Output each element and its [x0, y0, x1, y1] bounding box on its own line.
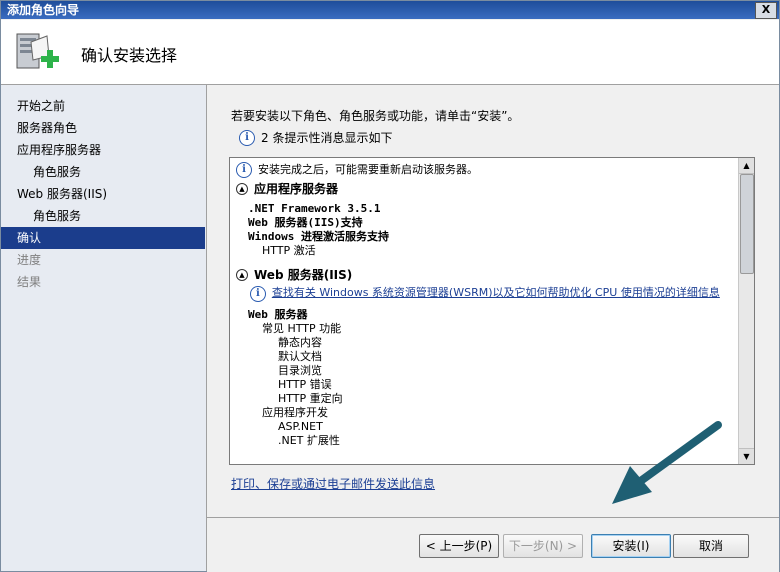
- button-bar: < 上一步(P) 下一步(N) > 安装(I) 取消: [207, 517, 779, 572]
- step-iis-role-services[interactable]: 角色服务: [1, 205, 206, 227]
- list-item: 应用程序开发: [262, 406, 328, 419]
- print-save-email-link[interactable]: 打印、保存或通过电子邮件发送此信息: [231, 475, 435, 492]
- info-icon: i: [239, 129, 255, 146]
- step-results: 结果: [17, 275, 42, 289]
- list-item: ASP.NET: [278, 420, 323, 433]
- list-item: HTTP 激活: [262, 244, 316, 257]
- list-item: HTTP 错误: [278, 378, 332, 391]
- wsrm-info: i 查找有关 Windows 系统资源管理器(WSRM)以及它如何帮助优化 CP…: [250, 286, 736, 302]
- list-item: 静态内容: [278, 336, 322, 349]
- restart-note: i 安装完成之后，可能需要重新启动该服务器。: [236, 162, 736, 178]
- info-icon: i: [236, 162, 252, 178]
- main-panel: 若要安装以下角色、角色服务或功能，请单击“安装”。 i 2 条提示性消息显示如下…: [207, 85, 779, 517]
- wsrm-link[interactable]: 查找有关 Windows 系统资源管理器(WSRM)以及它如何帮助优化 CPU …: [272, 286, 736, 300]
- step-confirm[interactable]: 确认: [1, 227, 205, 249]
- list-item: 目录浏览: [278, 364, 322, 377]
- previous-button[interactable]: < 上一步(P): [419, 534, 499, 558]
- step-application-server[interactable]: 应用程序服务器: [1, 139, 206, 161]
- iis-heading: Web 服务器(IIS): [254, 268, 353, 282]
- iis-section: ▲ Web 服务器(IIS): [236, 268, 736, 282]
- close-button[interactable]: X: [755, 2, 777, 19]
- confirmation-list[interactable]: i 安装完成之后，可能需要重新启动该服务器。 ▲ 应用程序服务器 .NET Fr…: [229, 157, 755, 465]
- scroll-thumb[interactable]: [740, 174, 754, 274]
- server-add-icon: [16, 33, 59, 69]
- info-summary-text: 2 条提示性消息显示如下: [261, 131, 393, 145]
- wizard-steps: 开始之前 服务器角色 应用程序服务器 角色服务 Web 服务器(IIS) 角色服…: [1, 85, 207, 571]
- collapse-icon[interactable]: ▲: [236, 269, 248, 281]
- app-server-heading: 应用程序服务器: [254, 182, 339, 196]
- restart-note-text: 安装完成之后，可能需要重新启动该服务器。: [258, 163, 478, 176]
- list-item: Web 服务器(IIS)支持: [248, 216, 363, 229]
- app-server-section: ▲ 应用程序服务器: [236, 182, 736, 196]
- window-title: 添加角色向导: [7, 3, 80, 17]
- list-item: 常见 HTTP 功能: [262, 322, 342, 335]
- list-item: .NET 扩展性: [278, 434, 340, 447]
- list-item: HTTP 重定向: [278, 392, 343, 405]
- step-server-roles[interactable]: 服务器角色: [1, 117, 206, 139]
- list-item: 默认文档: [278, 350, 322, 363]
- intro-text: 若要安装以下角色、角色服务或功能，请单击“安装”。: [231, 109, 520, 123]
- list-item: Windows 进程激活服务支持: [248, 230, 389, 243]
- step-app-role-services[interactable]: 角色服务: [1, 161, 206, 183]
- info-icon: i: [250, 286, 266, 302]
- cancel-button[interactable]: 取消: [673, 534, 749, 558]
- collapse-icon[interactable]: ▲: [236, 183, 248, 195]
- scroll-down-icon[interactable]: ▼: [739, 448, 754, 464]
- next-button: 下一步(N) >: [503, 534, 583, 558]
- list-item: Web 服务器: [248, 308, 308, 321]
- install-button[interactable]: 安装(I): [591, 534, 671, 558]
- step-progress: 进度: [17, 253, 42, 267]
- step-web-server-iis[interactable]: Web 服务器(IIS): [1, 183, 206, 205]
- wizard-header: 确认安装选择: [1, 20, 779, 85]
- list-item: .NET Framework 3.5.1: [248, 202, 381, 215]
- wizard-window: 添加角色向导 X 确认安装选择 开始之前 服务器角色 应用程序服务器 角色服务 …: [0, 0, 780, 572]
- scroll-up-icon[interactable]: ▲: [739, 158, 754, 174]
- page-title: 确认安装选择: [81, 46, 178, 65]
- list-scrollbar[interactable]: ▲ ▼: [738, 158, 754, 464]
- step-before-you-begin[interactable]: 开始之前: [1, 95, 206, 117]
- title-bar: 添加角色向导 X: [1, 1, 779, 19]
- info-summary: i 2 条提示性消息显示如下: [239, 129, 392, 146]
